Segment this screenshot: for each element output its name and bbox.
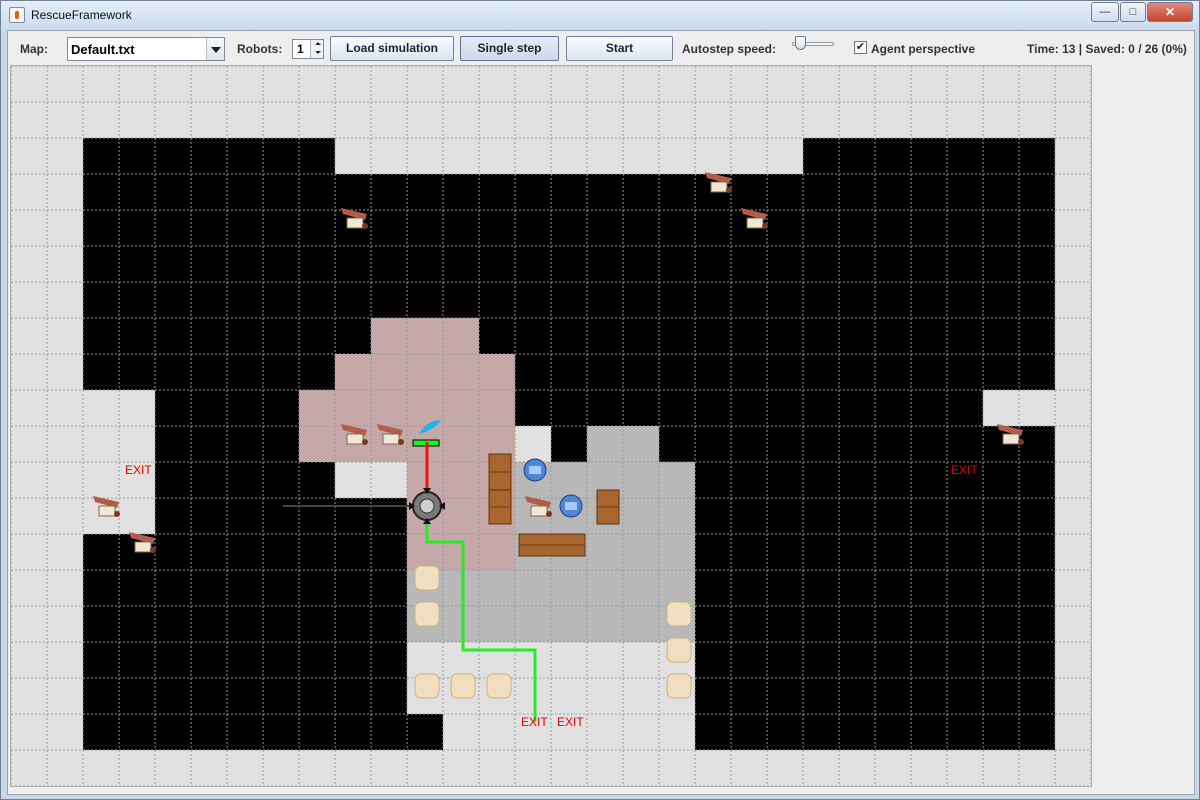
load-simulation-button[interactable]: Load simulation	[330, 36, 454, 61]
sand-bag-icon	[666, 601, 692, 627]
spinner-down-icon[interactable]	[310, 49, 323, 58]
explored-room-cell	[335, 354, 515, 390]
robots-spinner-value: 1	[297, 42, 304, 56]
sand-bag-icon	[486, 673, 512, 699]
robots-label: Robots:	[237, 42, 283, 56]
close-button[interactable]: ✕	[1147, 2, 1193, 22]
robots-spinner[interactable]: 1	[292, 39, 324, 59]
sand-bag-icon	[414, 673, 440, 699]
wooden-furniture-icon	[488, 489, 512, 525]
slider-thumb[interactable]	[795, 36, 806, 50]
map-canvas[interactable]: EXITEXITEXITEXITSTART	[10, 65, 1092, 787]
robot-icon[interactable]	[523, 458, 547, 482]
java-app-icon	[9, 7, 25, 23]
sand-bag-icon	[414, 601, 440, 627]
map-label: Map:	[20, 42, 48, 56]
exit-label: EXIT	[125, 463, 152, 477]
exit-label: EXIT	[951, 463, 978, 477]
wooden-furniture-icon	[488, 453, 512, 491]
single-step-button[interactable]: Single step	[460, 36, 559, 61]
agent-perspective-label[interactable]: Agent perspective	[871, 42, 975, 56]
robot-icon[interactable]	[559, 494, 583, 518]
toolbar: Map: Default.txt Robots: 1 Load simulati…	[8, 31, 1194, 65]
exit-label: EXIT	[557, 715, 584, 729]
maximize-button[interactable]: □	[1120, 2, 1146, 22]
wooden-furniture-icon	[596, 489, 620, 525]
autostep-speed-label: Autostep speed:	[682, 42, 777, 56]
main-panel: Map: Default.txt Robots: 1 Load simulati…	[7, 30, 1195, 795]
title-bar: RescueFramework — □ ✕	[1, 1, 1199, 29]
sand-bag-icon	[666, 637, 692, 663]
status-text: Time: 13 | Saved: 0 / 26 (0%)	[1027, 42, 1187, 56]
explored-room-cell	[371, 318, 479, 354]
agent-perspective-checkbox[interactable]: ✔	[854, 41, 867, 54]
sand-bag-icon	[414, 565, 440, 591]
exit-label: EXIT	[521, 715, 548, 729]
sand-bag-icon	[450, 673, 476, 699]
chevron-down-icon[interactable]	[206, 38, 224, 60]
spinner-up-icon[interactable]	[310, 40, 323, 49]
sand-bag-icon	[666, 673, 692, 699]
map-grid[interactable]: EXITEXITEXITEXITSTART	[11, 66, 1092, 787]
map-select-value: Default.txt	[71, 42, 135, 57]
wall-block	[947, 354, 1055, 390]
start-button[interactable]: Start	[566, 36, 673, 61]
window-title: RescueFramework	[31, 8, 132, 22]
map-select[interactable]: Default.txt	[67, 37, 225, 61]
minimize-button[interactable]: —	[1091, 2, 1119, 22]
app-window: RescueFramework — □ ✕ Map: Default.txt R…	[0, 0, 1200, 800]
wooden-furniture-icon	[518, 533, 586, 557]
